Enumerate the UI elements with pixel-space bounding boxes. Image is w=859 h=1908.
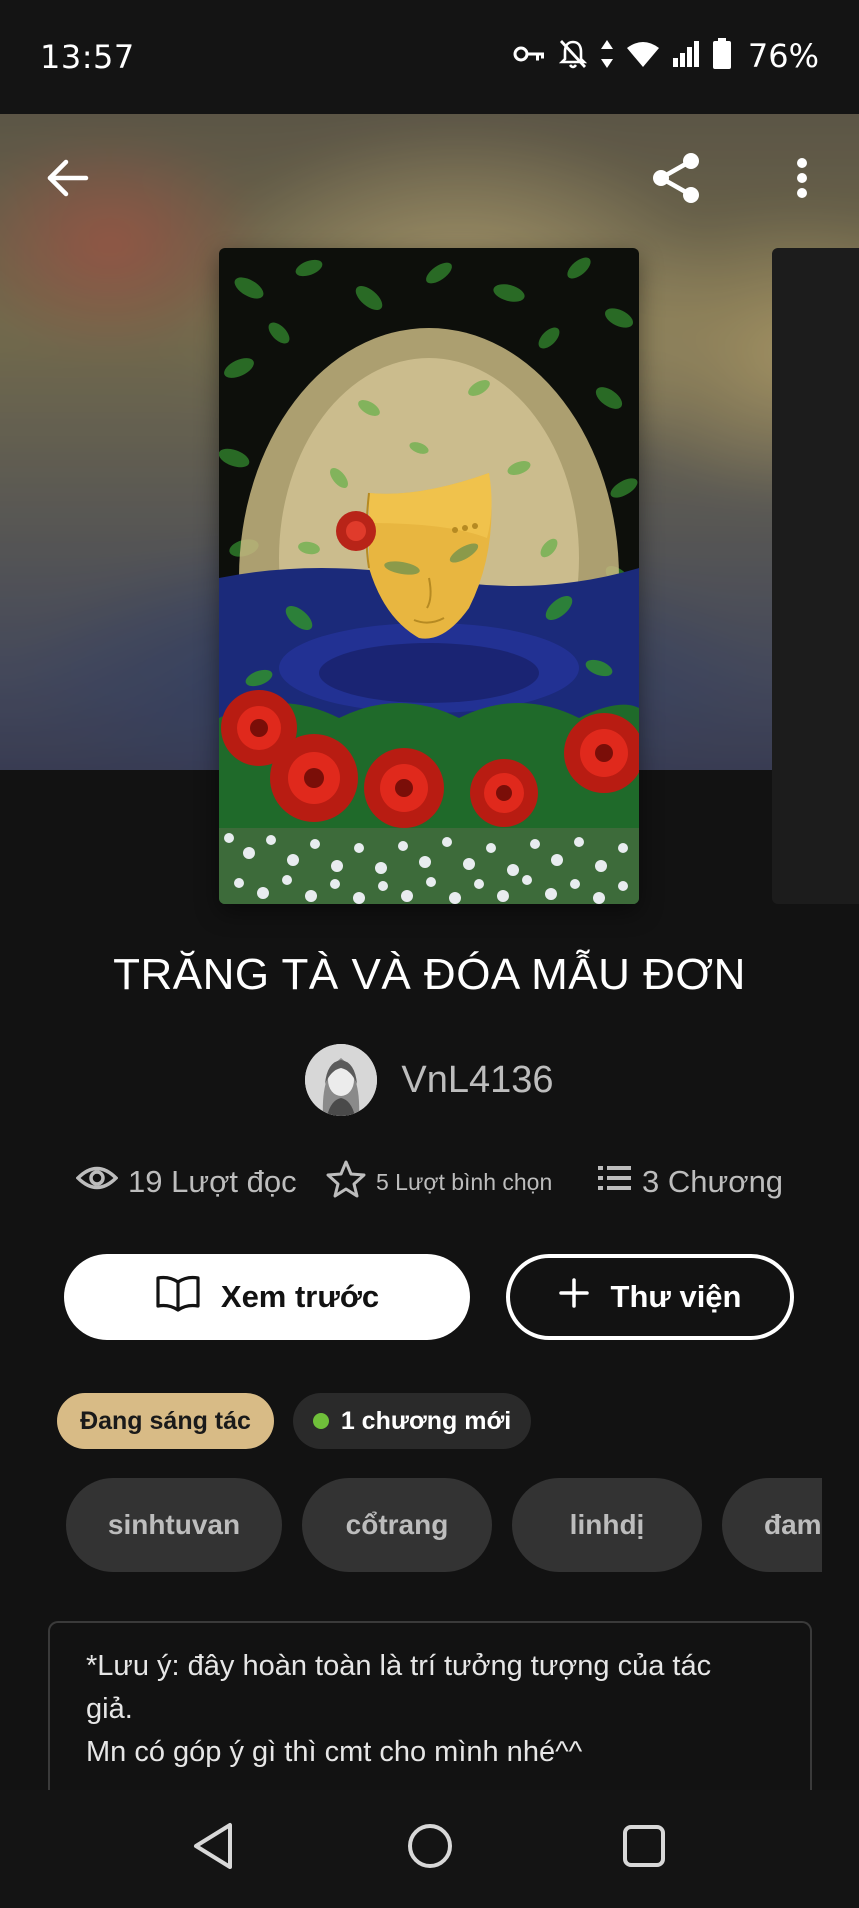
new-dot-icon — [312, 1413, 329, 1429]
description-line: *Lưu ý: đây hoàn toàn là trí tưởng tượng… — [86, 1650, 712, 1682]
more-vert-icon — [796, 157, 808, 204]
preview-button[interactable]: Xem trước — [64, 1254, 470, 1340]
open-book-icon — [155, 1274, 201, 1320]
star-icon — [326, 1160, 366, 1204]
description-line: giả. — [86, 1693, 133, 1725]
chapters-stat: 3 Chương — [598, 1158, 783, 1206]
reads-count: 19 Lượt đọc — [128, 1164, 297, 1199]
vpn-key-icon — [512, 42, 546, 71]
battery-icon — [712, 37, 732, 75]
author-row[interactable]: VnL4136 — [0, 1044, 859, 1116]
arrow-left-icon — [46, 158, 90, 203]
add-to-library-button[interactable]: Thư viện — [506, 1254, 794, 1340]
back-button[interactable] — [38, 150, 98, 210]
signal-icon — [672, 40, 700, 73]
ongoing-status-chip: Đang sáng tác — [57, 1393, 274, 1449]
story-title: TRĂNG TÀ VÀ ĐÓA MẪU ĐƠN — [113, 950, 746, 999]
more-options-button[interactable] — [772, 150, 832, 210]
tag-chip[interactable]: sinhtuvan — [66, 1478, 282, 1572]
tag-chip[interactable]: cổtrang — [302, 1478, 492, 1572]
triangle-back-icon — [190, 1821, 238, 1876]
cover-artwork — [219, 248, 639, 904]
list-icon — [598, 1164, 632, 1200]
nav-home-button[interactable] — [400, 1818, 460, 1878]
status-time: 13:57 — [40, 38, 135, 76]
share-icon — [647, 149, 705, 212]
data-arrows-icon — [600, 39, 614, 74]
tag-chip[interactable]: linhdị — [512, 1478, 702, 1572]
eye-icon — [75, 1163, 119, 1201]
preview-label: Xem trước — [220, 1279, 380, 1314]
new-chapter-chip: 1 chương mới — [293, 1393, 531, 1449]
status-bar: 13:57 76% — [0, 0, 859, 114]
bell-off-icon — [558, 38, 588, 75]
library-label: Thư viện — [610, 1279, 742, 1314]
reads-stat: 19 Lượt đọc — [75, 1158, 297, 1206]
new-chapter-label: 1 chương mới — [340, 1406, 512, 1435]
story-description[interactable]: *Lưu ý: đây hoàn toàn là trí tưởng tượng… — [48, 1621, 812, 1791]
wifi-icon — [626, 40, 660, 73]
story-cover[interactable] — [219, 248, 639, 904]
tag-chip[interactable]: đam — [722, 1478, 822, 1572]
description-line: Mn có góp ý gì thì cmt cho mình nhé^^ — [86, 1736, 583, 1768]
chapters-count: 3 Chương — [642, 1164, 784, 1199]
next-story-cover[interactable] — [772, 248, 859, 904]
battery-percent: 76% — [747, 37, 819, 75]
author-name[interactable]: VnL4136 — [401, 1059, 553, 1102]
votes-stat: 5 Lượt bình chọn — [326, 1158, 552, 1206]
share-button[interactable] — [646, 150, 706, 210]
nav-recents-button[interactable] — [614, 1818, 674, 1878]
status-icons: 76% — [512, 36, 819, 76]
plus-icon — [558, 1278, 589, 1316]
tags-row[interactable]: sinhtuvan cổtrang linhdị đam — [0, 1478, 822, 1572]
square-recents-icon — [621, 1823, 667, 1874]
votes-count: 5 Lượt bình chọn — [376, 1168, 553, 1195]
circle-home-icon — [406, 1822, 454, 1875]
author-avatar[interactable] — [305, 1044, 378, 1116]
nav-back-button[interactable] — [184, 1818, 244, 1878]
system-nav-bar — [0, 1790, 859, 1908]
stats-row: 19 Lượt đọc 5 Lượt bình chọn 3 Chương — [0, 1158, 859, 1206]
